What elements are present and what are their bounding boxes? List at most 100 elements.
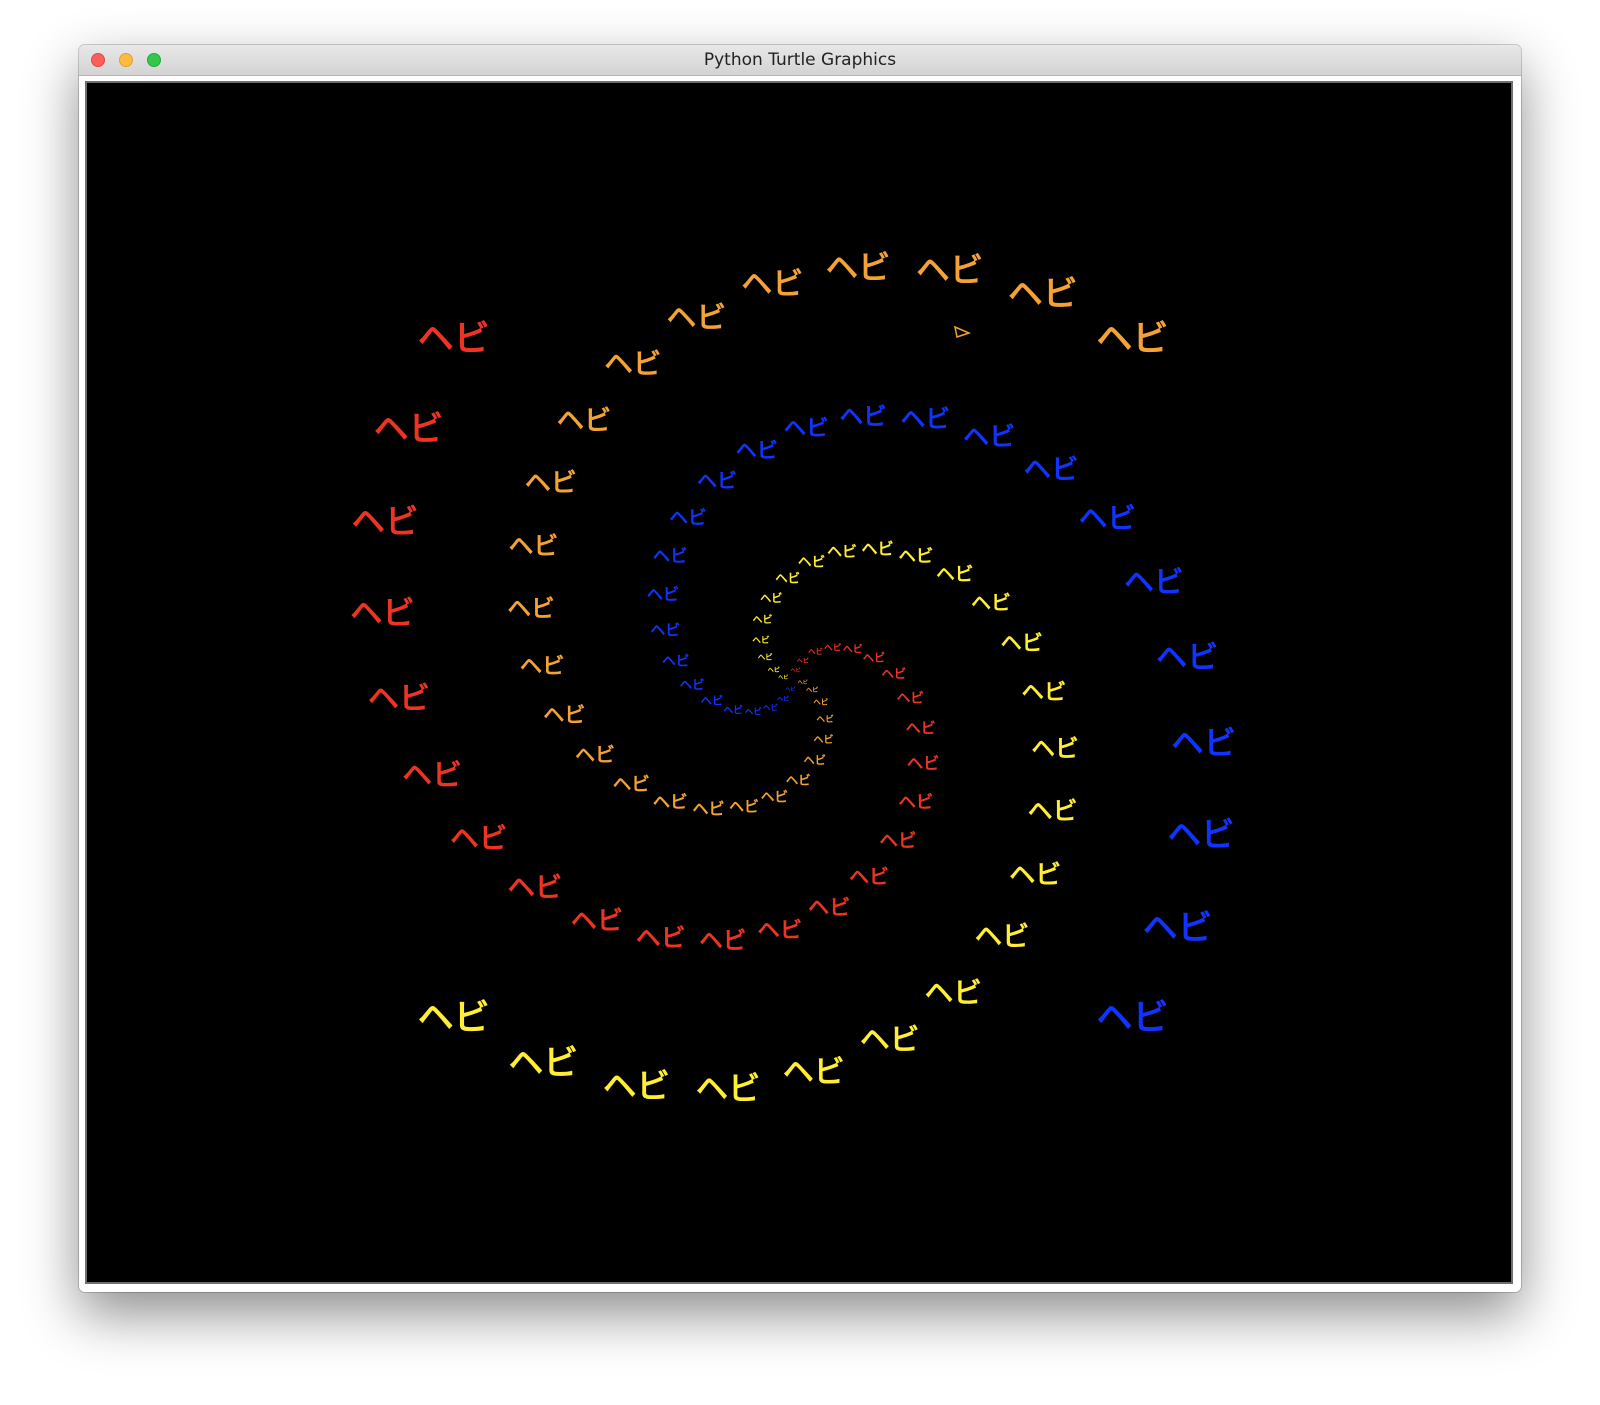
snake-stamp: ヘビ: [752, 634, 770, 646]
snake-stamp: ヘビ: [861, 539, 893, 558]
snake-stamp: ヘビ: [1022, 680, 1067, 706]
title-bar[interactable]: Python Turtle Graphics: [79, 45, 1521, 76]
snake-stamp: ヘビ: [1171, 724, 1236, 762]
snake-stamp: ヘビ: [843, 643, 863, 656]
snake-stamp: ヘビ: [653, 547, 688, 567]
window-title: Python Turtle Graphics: [703, 50, 897, 70]
snake-stamp: ヘビ: [899, 547, 934, 567]
snake-stamp: ヘビ: [1156, 640, 1218, 676]
turtle-canvas-frame: ヘビ ヘビ ヘビ ヘビ ヘビ ヘビ ヘビ ヘビ ヘビ ヘビ ヘビ ヘビ ヘビ ヘビ ヘビ ヘビ ヘビ ヘビ ヘビ ヘビ…: [85, 81, 1513, 1284]
snake-stamp: ヘビ: [575, 744, 615, 767]
snake-stamp: ヘビ: [736, 437, 778, 462]
snake-stamp: ヘビ: [525, 468, 577, 498]
snake-stamp: ヘビ: [350, 594, 415, 632]
snake-stamp: ヘビ: [508, 873, 563, 904]
snake-stamp: ヘビ: [1008, 275, 1078, 315]
snake-stamp: ヘビ: [798, 555, 825, 571]
snake-stamp: ヘビ: [557, 405, 612, 436]
snake-stamp: ヘビ: [653, 793, 688, 813]
snake-stamp: ヘビ: [571, 907, 623, 937]
snake-stamp: ヘビ: [723, 704, 743, 717]
snake-stamp: ヘビ: [768, 666, 780, 674]
snake-stamp: ヘビ: [745, 706, 763, 718]
snake-stamp: ヘビ: [797, 657, 809, 665]
snake-stamp: ヘビ: [882, 666, 907, 681]
snake-stamp: ヘビ: [971, 592, 1011, 615]
snake-stamp: ヘビ: [450, 821, 507, 855]
snake-stamp: ヘビ: [798, 679, 808, 686]
snake-stamp: ヘビ: [1124, 565, 1184, 600]
snake-stamp: ヘビ: [402, 758, 462, 793]
snake-stamp: ヘビ: [613, 775, 650, 796]
snake-stamp: ヘビ: [753, 613, 773, 626]
snake-stamp: ヘビ: [757, 917, 802, 943]
snake-stamp: ヘビ: [1028, 796, 1078, 825]
snake-stamp: ヘビ: [827, 542, 857, 560]
snake-stamp: ヘビ: [826, 248, 891, 286]
snake-stamp: ヘビ: [1096, 997, 1168, 1038]
snake-stamp: ヘビ: [814, 733, 834, 746]
snake-stamp: ヘビ: [418, 319, 490, 360]
snake-stamp: ヘビ: [1143, 909, 1213, 949]
snake-stamp: ヘビ: [975, 922, 1030, 953]
snake-stamp: ヘビ: [899, 793, 934, 813]
snake-stamp: ヘビ: [860, 1022, 920, 1057]
snake-stamp: ヘビ: [840, 403, 887, 431]
snake-stamp: ヘビ: [900, 404, 950, 433]
snake-stamp: ヘビ: [520, 653, 565, 679]
snake-stamp: ヘビ: [760, 591, 782, 605]
snake-stamp: ヘビ: [785, 686, 795, 693]
snake-stamp: ヘビ: [849, 866, 889, 889]
snake-stamp: ヘビ: [1024, 455, 1079, 486]
snake-stamp: ヘビ: [813, 697, 828, 707]
snake-stamp: ヘビ: [1001, 630, 1043, 655]
snake-stamp: ヘビ: [680, 677, 705, 692]
snake-stamp: ヘビ: [507, 594, 554, 622]
snake-stamp: ヘビ: [786, 772, 811, 787]
snake-stamp: ヘビ: [963, 422, 1015, 452]
snake-stamp: ヘビ: [791, 667, 801, 674]
snake-stamp: ヘビ: [925, 975, 982, 1009]
snake-stamp: ヘビ: [1079, 501, 1136, 535]
snake-stamp: ヘビ: [784, 416, 829, 442]
snake-stamp: ヘビ: [662, 653, 689, 669]
snake-stamp: ヘビ: [368, 681, 430, 717]
snake-stamp: ヘビ: [701, 694, 723, 708]
snake-stamp: ヘビ: [1009, 861, 1061, 891]
snake-stamp: ヘビ: [936, 565, 973, 586]
snake-stamp: ヘビ: [1168, 815, 1235, 854]
snake-stamp: ヘビ: [806, 686, 818, 694]
snake-stamp: ヘビ: [650, 621, 680, 639]
snake-stamp: ヘビ: [692, 800, 724, 819]
snake-stamp: ヘビ: [741, 266, 803, 302]
snake-stamp: ヘビ: [509, 532, 559, 561]
snake-stamp: ヘビ: [699, 927, 746, 955]
turtle-canvas[interactable]: ヘビヘビヘビ ヘビ ヘビヘビヘビヘビヘビヘビヘビヘビヘビヘビヘビヘビヘビヘビヘビヘビ…: [87, 83, 1511, 1282]
snake-stamp: ヘビ: [636, 924, 686, 953]
snake-stamp: ヘビ: [824, 641, 842, 653]
snake-stamp: ヘビ: [669, 508, 706, 529]
spiral-arm-yellow: ヘビヘビヘビヘビヘビヘビヘビヘビヘビ ヘビ ヘビヘビヘビヘビヘビヘビヘビヘビヘビヘビ…: [418, 539, 1079, 1107]
snake-stamp: ヘビ: [906, 719, 936, 737]
snake-stamp: ヘビ: [916, 251, 983, 290]
snake-stamp: ヘビ: [543, 702, 585, 727]
snake-stamp: ヘビ: [667, 301, 727, 336]
snake-stamp: ヘビ: [804, 753, 826, 767]
snake-stamp: ヘビ: [808, 895, 850, 920]
snake-stamp: ヘビ: [808, 646, 823, 656]
snake-stamp: ヘビ: [778, 674, 788, 681]
snake-stamp: ヘビ: [761, 789, 788, 805]
snake-stamp: ヘビ: [604, 347, 661, 381]
snake-stamp: ヘビ: [783, 1055, 845, 1091]
snake-stamp: ヘビ: [897, 691, 924, 707]
snake-stamp: ヘビ: [907, 754, 939, 773]
snake-stamp: ヘビ: [777, 695, 789, 703]
snake-stamp: ヘビ: [603, 1067, 670, 1106]
snake-stamp: ヘビ: [1096, 319, 1168, 360]
snake-stamp: ヘビ: [729, 798, 759, 816]
snake-stamp: ヘビ: [374, 409, 444, 449]
snake-stamp: ヘビ: [508, 1044, 578, 1084]
spiral-arm-orange: ヘビヘビヘビヘビヘビヘビヘビヘビヘビヘビヘビヘビヘビヘビヘビヘビヘビヘビヘビヘビ…: [507, 248, 1168, 818]
snake-stamp: ヘビ: [879, 831, 916, 852]
snake-stamp: ヘビ: [758, 652, 773, 662]
